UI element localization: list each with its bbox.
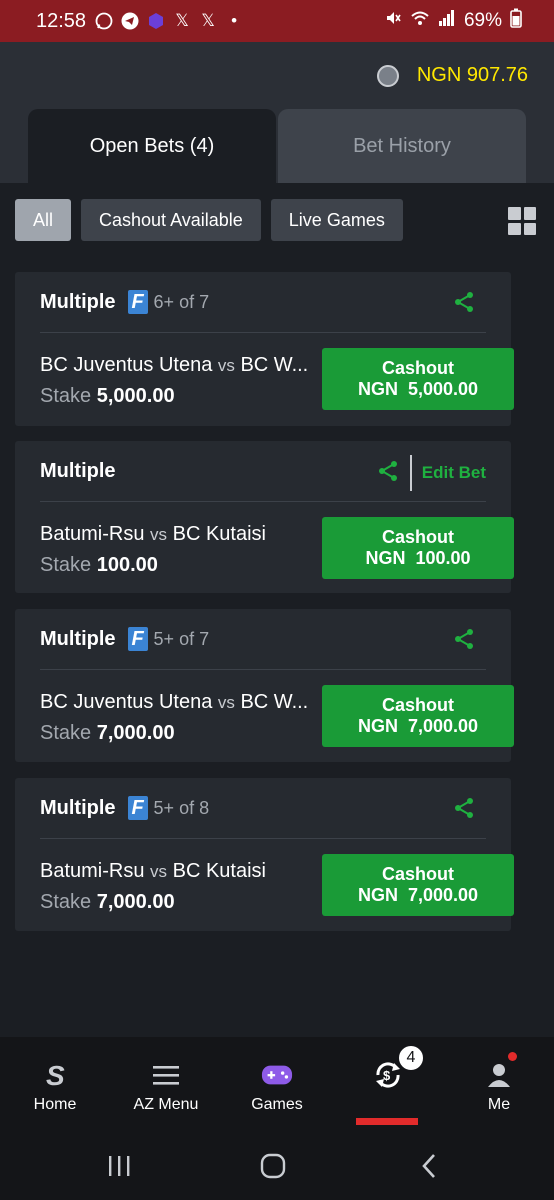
bet-card-header: Multiple F 5+ of 8	[40, 778, 486, 839]
grid-view-icon[interactable]	[508, 207, 536, 235]
tab-open-bets[interactable]: Open Bets (4)	[28, 109, 276, 183]
status-bar: 12:58 𝕏 𝕏 • 69%	[0, 0, 554, 42]
nav-games[interactable]: Games	[222, 1037, 332, 1135]
cashout-button[interactable]: Cashout NGN 5,000.00	[322, 348, 514, 410]
stake: Stake 5,000.00	[40, 385, 175, 407]
nav-home[interactable]: S Home	[0, 1037, 110, 1135]
match-name: BC Juventus Utena vs BC W...	[40, 354, 309, 376]
bet-card: Multiple F 5+ of 8 Batumi-Rsu vs BC Kuta…	[15, 778, 514, 931]
match-name: Batumi-Rsu vs BC Kutaisi	[40, 523, 266, 545]
menu-icon	[150, 1061, 182, 1089]
status-app-icons: 𝕏 𝕏 •	[94, 11, 244, 31]
battery-icon	[510, 8, 522, 34]
notification-dot	[508, 1052, 517, 1061]
user-icon	[483, 1061, 515, 1089]
filter-cashout-available[interactable]: Cashout Available	[81, 199, 261, 241]
bet-card-header: Multiple Edit Bet	[40, 441, 486, 502]
nav-az-menu[interactable]: AZ Menu	[111, 1037, 221, 1135]
bet-card: Multiple F 6+ of 7 BC Juventus Utena vs …	[15, 272, 514, 426]
bet-of-count: 5+ of 8	[153, 797, 210, 818]
wifi-icon	[410, 9, 430, 33]
share-icon[interactable]	[376, 459, 400, 488]
cashout-button[interactable]: Cashout NGN 100.00	[322, 517, 514, 579]
divider	[409, 455, 412, 491]
stake: Stake 100.00	[40, 554, 158, 576]
share-icon[interactable]	[452, 796, 476, 820]
cashout-button[interactable]: Cashout NGN 7,000.00	[322, 685, 514, 747]
bet-of-count: 6+ of 7	[153, 291, 210, 312]
bet-card-header: Multiple F 6+ of 7	[40, 272, 486, 333]
filter-live-games[interactable]: Live Games	[270, 199, 403, 241]
bet-of-count: 5+ of 7	[153, 628, 210, 649]
system-nav	[0, 1135, 554, 1200]
tab-bet-history[interactable]: Bet History	[278, 109, 526, 183]
flexi-badge: F	[127, 627, 148, 651]
whatsapp-icon	[94, 11, 114, 31]
flexi-badge: F	[127, 796, 148, 820]
home-icon[interactable]	[258, 1151, 288, 1181]
bottom-nav: S Home AZ Menu Games $ Me	[0, 1037, 554, 1135]
dot-icon: •	[231, 11, 238, 30]
stake: Stake 7,000.00	[40, 722, 175, 744]
edit-bet-link[interactable]: Edit Bet	[422, 463, 486, 483]
x-icon: 𝕏	[201, 11, 215, 30]
bet-card: Multiple Edit Bet Batumi-Rsu vs BC Kutai…	[15, 441, 514, 593]
share-icon[interactable]	[452, 627, 476, 651]
logo-s-icon: S	[39, 1061, 71, 1089]
status-time: 12:58	[36, 9, 87, 32]
telegram-icon	[120, 11, 140, 31]
cashout-count-badge: 4	[397, 1044, 425, 1072]
x-icon: 𝕏	[175, 11, 189, 30]
match-name: Batumi-Rsu vs BC Kutaisi	[40, 860, 266, 882]
bet-type: Multiple	[40, 290, 116, 313]
mute-icon	[384, 9, 402, 33]
gamepad-icon	[261, 1061, 293, 1089]
bet-type: Multiple	[40, 796, 116, 819]
app-icon	[146, 11, 166, 31]
bet-card-header: Multiple F 5+ of 7	[40, 609, 486, 670]
avatar[interactable]	[376, 64, 399, 87]
svg-text:S: S	[46, 1061, 65, 1089]
filter-all[interactable]: All	[15, 199, 72, 241]
recents-icon[interactable]	[104, 1151, 134, 1181]
nav-me[interactable]: Me	[444, 1037, 554, 1135]
share-icon[interactable]	[452, 290, 476, 314]
stake: Stake 7,000.00	[40, 891, 175, 913]
match-name: BC Juventus Utena vs BC W...	[40, 691, 309, 713]
battery-level: 69%	[463, 10, 502, 31]
bet-type: Multiple	[40, 627, 116, 650]
active-indicator	[356, 1118, 418, 1125]
svg-text:$: $	[383, 1068, 391, 1083]
balance-amount: NGN 907.76	[416, 64, 528, 86]
signal-icon	[438, 9, 456, 33]
cashout-button[interactable]: Cashout NGN 7,000.00	[322, 854, 514, 916]
flexi-badge: F	[127, 290, 148, 314]
back-icon[interactable]	[414, 1151, 444, 1181]
bet-card: Multiple F 5+ of 7 BC Juventus Utena vs …	[15, 609, 514, 762]
status-right: 69%	[384, 0, 522, 42]
balance-area[interactable]: NGN 907.76	[376, 64, 528, 87]
filter-bar: All Cashout Available Live Games	[15, 199, 403, 241]
edit-area: Edit Bet	[376, 455, 486, 491]
bet-type: Multiple	[40, 459, 116, 482]
